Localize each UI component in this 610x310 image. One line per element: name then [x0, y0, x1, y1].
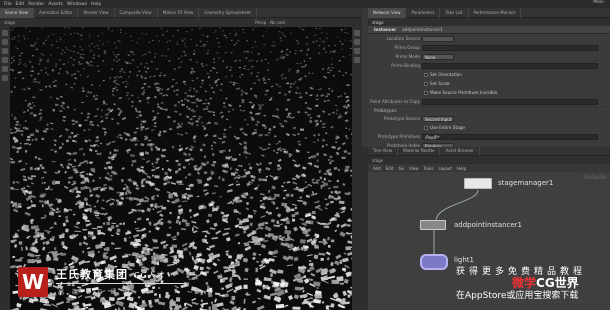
tab-geometry-spreadsheet[interactable]: Geometry Spreadsheet [199, 7, 257, 18]
param-row-set-scale: Set Scale [368, 79, 610, 88]
prototypes-section[interactable]: Prototypes [368, 106, 610, 114]
viewport-right-toolbar [352, 27, 362, 310]
param-row-prims-group: Prims Group [368, 43, 610, 52]
parameter-editor: stage Instancer addpointinstancer1 Locat… [368, 18, 610, 158]
param-row-set-orientation: Set Orientation [368, 70, 610, 79]
checkbox-label: Set Orientation [430, 72, 462, 77]
param-path-bar: stage [368, 18, 610, 26]
checkbox-label: Set Scale [430, 81, 450, 86]
net-menu-edit[interactable]: Edit [386, 166, 394, 171]
houdini-window: File Edit Render Assets Windows Help Mai… [0, 0, 610, 310]
use-entire-stage-checkbox[interactable] [424, 125, 428, 130]
move-tool-icon[interactable] [2, 39, 8, 45]
make-invisible-checkbox[interactable] [424, 90, 428, 95]
tab-asset-browser[interactable]: Asset Browser [440, 146, 480, 156]
viewport-path[interactable]: stage [4, 20, 15, 25]
prototype-primitives-field[interactable]: /ReplP* [422, 133, 598, 140]
prims-mode-select[interactable]: None [422, 53, 454, 60]
brand-suffix: CG人才 [134, 271, 166, 280]
tab-material-palette[interactable]: Material Palette [398, 146, 441, 156]
menu-render[interactable]: Render [28, 2, 44, 7]
param-row-location-source: Location Source [368, 34, 610, 43]
tab-animation-editor[interactable]: Animation Editor [34, 7, 79, 18]
tab-render-view[interactable]: Render View [78, 7, 115, 18]
addpointinstancer-label: addpointinstancer1 [454, 221, 523, 229]
net-menu-tools[interactable]: Tools [424, 166, 434, 171]
tab-motion-fx[interactable]: Motion FX View [158, 7, 200, 18]
camera-menu-2[interactable]: No cam [270, 20, 285, 25]
tab-network-view[interactable]: Network View [368, 7, 407, 18]
param-row-prototype-source: Prototype Source Second Input [368, 114, 610, 123]
camera-menu[interactable]: Persp [255, 20, 266, 25]
node-name-field[interactable]: addpointinstancer1 [402, 27, 443, 32]
param-label: Location Source [386, 36, 420, 41]
stagemanager-label: stagemanager1 [498, 179, 554, 187]
scale-tool-icon[interactable] [2, 57, 8, 63]
param-label: Prims Group [394, 45, 420, 50]
menu-assets[interactable]: Assets [48, 2, 63, 7]
net-menu-view[interactable]: View [409, 166, 419, 171]
checkbox-label: Make Source Primitives Invisible [430, 90, 498, 95]
param-label: Prototype Primitives [377, 134, 420, 139]
network-path[interactable]: stage [372, 158, 383, 163]
light-node[interactable] [420, 254, 448, 270]
brand-subtitle: 高 端 C G 课 程 [58, 289, 134, 296]
param-row-prims-binding: Prims Binding [368, 61, 610, 70]
prims-binding-field[interactable] [422, 62, 598, 69]
brand-title: 王氏教育集团 [56, 268, 128, 281]
network-tab-bar: Tree View Material Palette Asset Browser [368, 146, 610, 156]
handle-tool-icon[interactable] [2, 66, 8, 72]
location-source-select[interactable] [422, 35, 454, 42]
tab-parameters[interactable]: Parameters [406, 7, 441, 18]
network-menu-bar: Add Edit Go View Tools Layout Help [368, 164, 610, 172]
net-menu-layout[interactable]: Layout [438, 166, 452, 171]
addpointinstancer-node[interactable] [420, 220, 446, 230]
network-path-bar: stage [368, 156, 610, 164]
menu-help[interactable]: Help [91, 2, 101, 7]
param-row-prototype-primitives: Prototype Primitives /ReplP* [368, 132, 610, 141]
rotate-tool-icon[interactable] [2, 48, 8, 54]
net-menu-go[interactable]: Go [399, 166, 405, 171]
prims-group-field[interactable] [422, 44, 598, 51]
promo-line-2: 在AppStore或应用宝搜索下载 [456, 291, 579, 301]
desktop-selector[interactable]: Main [593, 0, 604, 5]
viewport-toolbar: stage Persp No cam [0, 18, 362, 27]
param-label: Point Attributes to Copy [370, 99, 420, 104]
set-scale-checkbox[interactable] [424, 81, 428, 86]
param-row-make-invisible: Make Source Primitives Invisible [368, 88, 610, 97]
tab-scene-view[interactable]: Scene View [0, 7, 34, 18]
brand-logo: W [18, 267, 48, 297]
param-label: Prototype Source [384, 116, 420, 121]
brand-divider [56, 283, 186, 284]
param-row-point-attributes: Point Attributes to Copy [368, 97, 610, 106]
net-menu-add[interactable]: Add [373, 166, 381, 171]
view-tool-icon[interactable] [2, 75, 8, 81]
select-tool-icon[interactable] [2, 30, 8, 36]
menu-edit[interactable]: Edit [16, 2, 25, 7]
menu-windows[interactable]: Windows [67, 2, 87, 7]
tab-composite-view[interactable]: Composite View [115, 7, 158, 18]
prototype-source-select[interactable]: Second Input [422, 115, 454, 122]
menu-file[interactable]: File [4, 2, 12, 7]
light-label: light1 [454, 256, 474, 264]
node-type-label: Instancer [374, 27, 397, 32]
brand-name: 王氏教育集团 CG人才 [56, 266, 166, 282]
param-node-title: Instancer addpointinstancer1 [368, 26, 610, 34]
viewer-tab-bar: Scene View Animation Editor Render View … [0, 7, 362, 18]
param-row-prims-mode: Prims Mode None [368, 52, 610, 61]
stagemanager-node[interactable] [464, 178, 492, 189]
net-menu-help[interactable]: Help [457, 166, 466, 171]
viewport-left-toolbar [0, 27, 10, 310]
param-path[interactable]: stage [372, 20, 384, 25]
tab-tree-view[interactable]: Tree View [368, 146, 399, 156]
point-attributes-field[interactable] [422, 98, 598, 105]
tab-performance-monitor[interactable]: Performance Monitor [469, 7, 522, 18]
param-tab-bar: Network View Parameters Take List Perfor… [368, 7, 610, 18]
tab-take-list[interactable]: Take List [440, 7, 469, 18]
checkbox-label: Use Entire Stage [430, 125, 465, 130]
set-orientation-checkbox[interactable] [424, 72, 428, 77]
param-label: Prims Mode [395, 54, 420, 59]
param-row-use-entire-stage: Use Entire Stage [368, 123, 610, 132]
param-label: Prims Binding [391, 63, 420, 68]
